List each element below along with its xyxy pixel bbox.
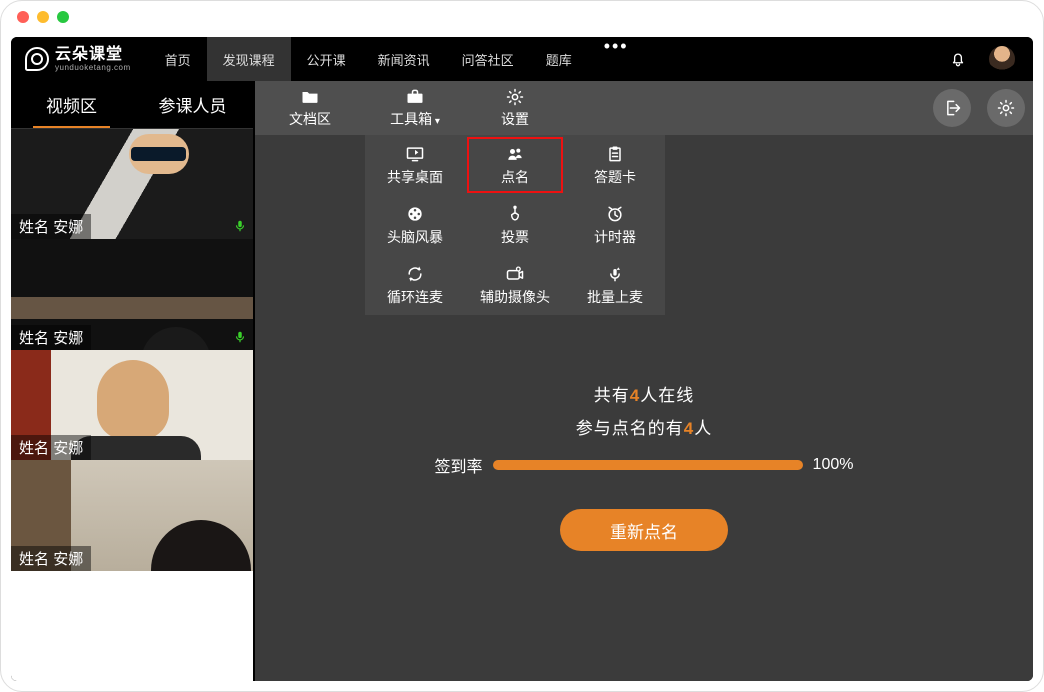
video-list: 姓名 安娜 姓名 安娜 姓名 安娜 姓名 安娜	[11, 129, 253, 681]
folder-icon	[299, 87, 321, 107]
gear-icon	[996, 98, 1016, 118]
mic-on-icon	[233, 217, 247, 235]
nav-qa[interactable]: 问答社区	[446, 37, 530, 81]
nav-more-icon[interactable]: •••	[588, 37, 645, 81]
tab-video[interactable]: 视频区	[11, 81, 132, 128]
dd-label: 点名	[501, 167, 529, 187]
exit-icon	[942, 98, 962, 118]
toolbox-label: 工具箱	[390, 109, 440, 129]
vote-button[interactable]: 投票	[465, 195, 565, 255]
content-toolbar: 文档区 工具箱 设置	[255, 81, 1033, 135]
participated-count: 4	[684, 419, 694, 438]
settings-round-button[interactable]	[987, 89, 1025, 127]
loop-mic-button[interactable]: 循环连麦	[365, 255, 465, 315]
nav-right	[949, 46, 1033, 72]
video-label: 姓名 安娜	[11, 325, 91, 350]
brainstorm-button[interactable]: 头脑风暴	[365, 195, 465, 255]
nav-items: 首页 发现课程 公开课 新闻资讯 问答社区 题库 •••	[149, 37, 645, 81]
camera-plus-icon	[504, 264, 526, 284]
gear-icon	[504, 87, 526, 107]
nav-news[interactable]: 新闻资讯	[362, 37, 446, 81]
rate-progress-bar	[493, 460, 803, 470]
people-icon	[504, 144, 526, 164]
traffic-lights	[1, 1, 1043, 21]
mac-window: 云朵课堂 yunduoketang.com 首页 发现课程 公开课 新闻资讯 问…	[0, 0, 1044, 692]
brand-name: 云朵课堂	[55, 47, 131, 63]
answer-card-button[interactable]: 答题卡	[565, 135, 665, 195]
rollcall-online: 共有4人在线	[594, 381, 694, 406]
content-area: 文档区 工具箱 设置	[255, 81, 1033, 681]
rollcall-participated: 参与点名的有4人	[576, 414, 712, 439]
close-window-icon[interactable]	[17, 11, 29, 23]
doc-area-button[interactable]: 文档区	[255, 81, 365, 135]
rollcall-panel: 共有4人在线 参与点名的有4人 签到率 100% 重新点名	[255, 381, 1033, 551]
toolbox-dropdown: 共享桌面 点名 答题卡 头脑风暴	[365, 135, 665, 315]
checkin-rate-row: 签到率 100%	[435, 453, 854, 477]
restart-rollcall-button[interactable]: 重新点名	[560, 509, 728, 551]
exit-button[interactable]	[933, 89, 971, 127]
app-frame: 云朵课堂 yunduoketang.com 首页 发现课程 公开课 新闻资讯 问…	[11, 37, 1033, 681]
dd-label: 辅助摄像头	[480, 287, 550, 307]
dd-label: 共享桌面	[387, 167, 443, 187]
timer-button[interactable]: 计时器	[565, 195, 665, 255]
mic-on-icon	[233, 328, 247, 346]
batch-mic-button[interactable]: 批量上麦	[565, 255, 665, 315]
brand-sub: yunduoketang.com	[55, 63, 131, 72]
video-tile[interactable]: 姓名 安娜	[11, 129, 253, 239]
clipboard-icon	[604, 144, 626, 164]
nav-bank[interactable]: 题库	[530, 37, 588, 81]
video-tile[interactable]: 姓名 安娜	[11, 239, 253, 349]
video-tile[interactable]: 姓名 安娜	[11, 460, 253, 570]
dd-label: 投票	[501, 227, 529, 247]
online-count: 4	[630, 386, 640, 405]
settings-label: 设置	[501, 109, 529, 129]
toolbox-button[interactable]: 工具箱	[365, 81, 465, 135]
video-tile[interactable]	[11, 571, 253, 681]
doc-area-label: 文档区	[289, 109, 331, 129]
video-label: 姓名 安娜	[11, 435, 91, 460]
briefcase-icon	[404, 87, 426, 107]
dd-label: 计时器	[594, 227, 636, 247]
dd-label: 头脑风暴	[387, 227, 443, 247]
dd-label: 答题卡	[594, 167, 636, 187]
top-nav: 云朵课堂 yunduoketang.com 首页 发现课程 公开课 新闻资讯 问…	[11, 37, 1033, 81]
share-desktop-button[interactable]: 共享桌面	[365, 135, 465, 195]
nav-home[interactable]: 首页	[149, 37, 207, 81]
nav-open-class[interactable]: 公开课	[291, 37, 362, 81]
video-sidebar: 视频区 参课人员 姓名 安娜 姓名 安娜	[11, 81, 255, 681]
video-label: 姓名 安娜	[11, 546, 91, 571]
cloud-logo-icon	[25, 47, 49, 71]
video-tile[interactable]: 姓名 安娜	[11, 350, 253, 460]
video-label: 姓名 安娜	[11, 214, 91, 239]
dd-label: 批量上麦	[587, 287, 643, 307]
film-reel-icon	[404, 204, 426, 224]
rollcall-button[interactable]: 点名	[465, 135, 565, 195]
rate-label: 签到率	[435, 453, 483, 477]
nav-discover[interactable]: 发现课程	[207, 37, 291, 81]
touch-icon	[504, 204, 526, 224]
bell-icon[interactable]	[949, 50, 967, 68]
monitor-share-icon	[404, 144, 426, 164]
sidebar-tabs: 视频区 参课人员	[11, 81, 253, 129]
tab-participants[interactable]: 参课人员	[132, 81, 253, 128]
dd-label: 循环连麦	[387, 287, 443, 307]
loop-icon	[404, 264, 426, 284]
aux-camera-button[interactable]: 辅助摄像头	[465, 255, 565, 315]
alarm-icon	[604, 204, 626, 224]
avatar[interactable]	[989, 46, 1015, 72]
main-area: 视频区 参课人员 姓名 安娜 姓名 安娜	[11, 81, 1033, 681]
minimize-window-icon[interactable]	[37, 11, 49, 23]
rate-percent: 100%	[813, 456, 854, 474]
fullscreen-window-icon[interactable]	[57, 11, 69, 23]
brand-logo[interactable]: 云朵课堂 yunduoketang.com	[11, 47, 149, 72]
video-thumb	[11, 571, 253, 681]
settings-button[interactable]: 设置	[465, 81, 565, 135]
mic-up-icon	[604, 264, 626, 284]
